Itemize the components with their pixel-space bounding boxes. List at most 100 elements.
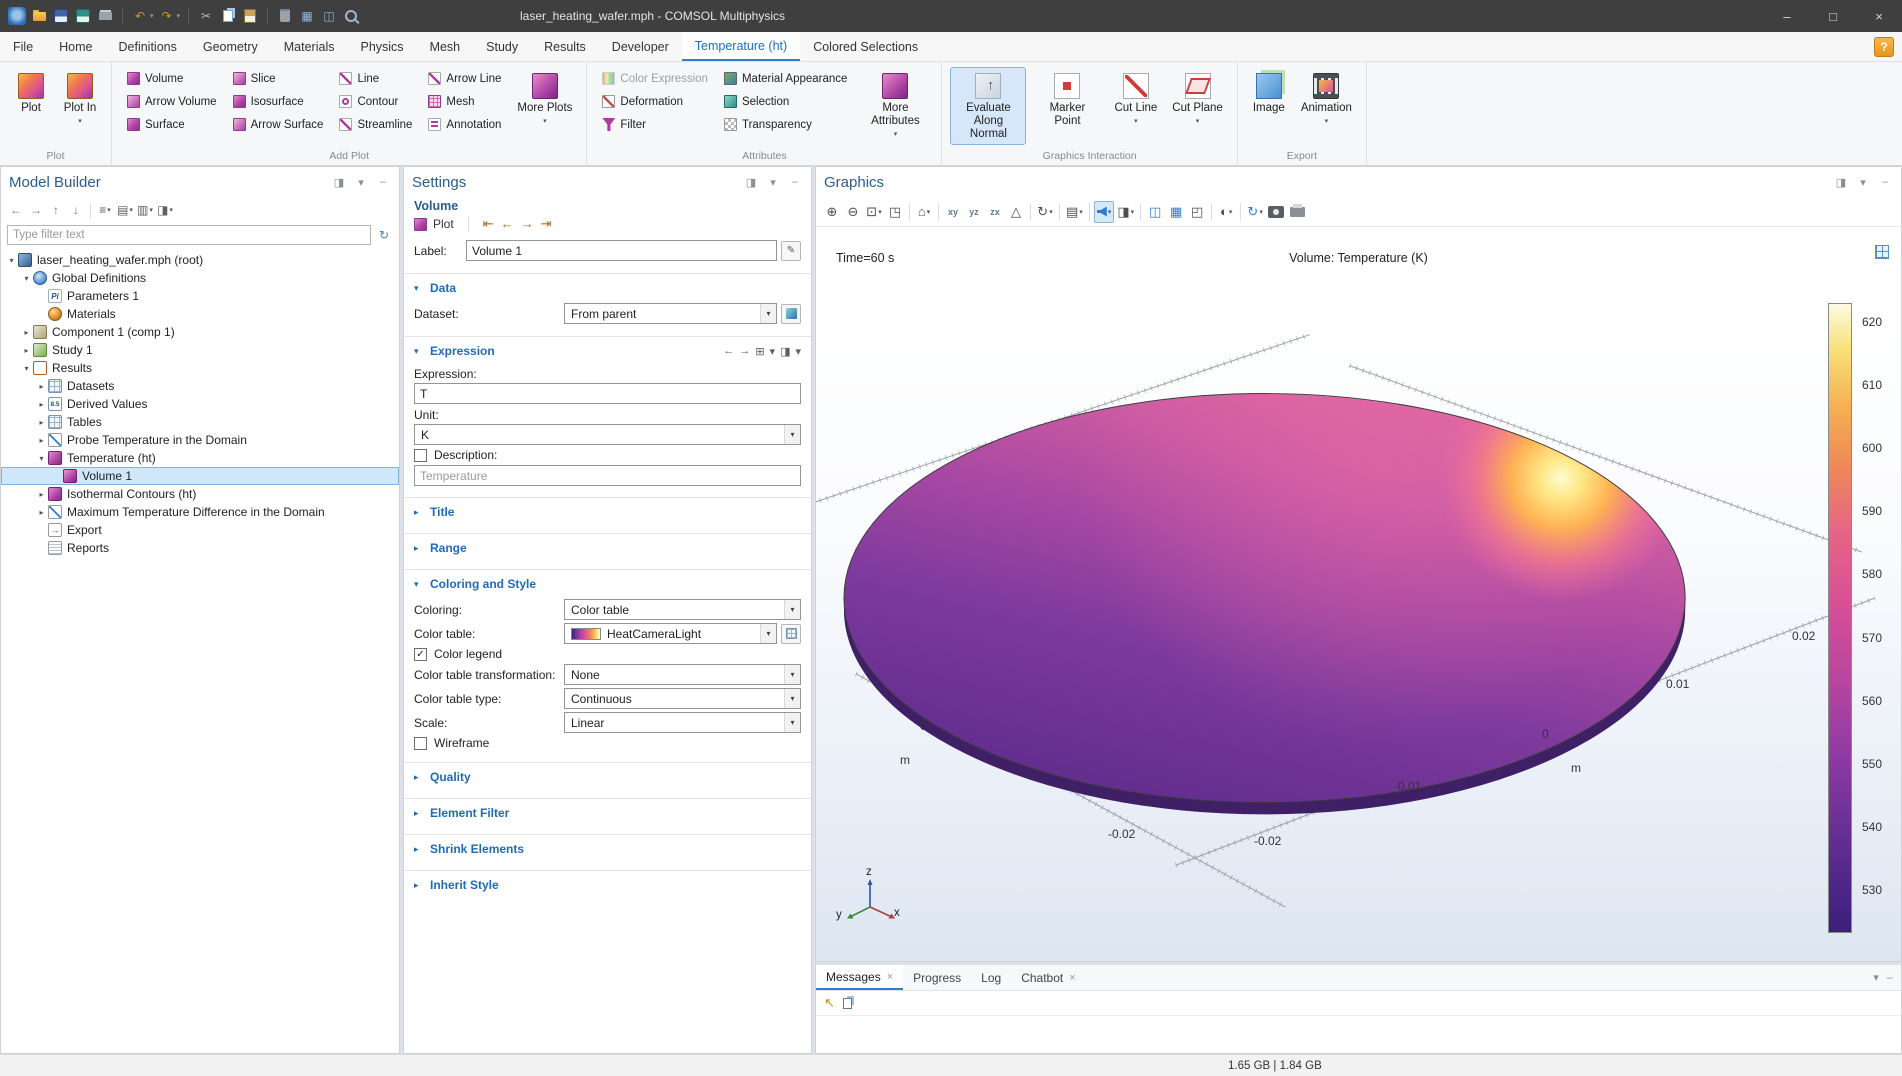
plot-area[interactable]: Time=60 s Volume: Temperature (K) 620 61…	[816, 227, 1901, 961]
plot-in-button[interactable]: Plot In ▾	[57, 67, 103, 128]
tree-item-root[interactable]: ▾laser_heating_wafer.mph (root)	[1, 251, 399, 269]
deformation-button[interactable]: Deformation	[595, 90, 715, 113]
dataset-select[interactable]: From parent▾	[564, 303, 777, 324]
tree-item-volume-1[interactable]: Volume 1	[1, 467, 399, 485]
description-input[interactable]	[414, 465, 801, 486]
chevron-right-icon[interactable]: ▸	[35, 508, 48, 517]
label-input[interactable]	[466, 240, 777, 261]
add-mesh-button[interactable]: Mesh	[421, 90, 508, 113]
tab-mesh[interactable]: Mesh	[417, 32, 474, 61]
settings-plot-button[interactable]: Plot	[433, 217, 454, 231]
split-view-icon[interactable]: ◫	[1145, 201, 1165, 223]
previous-expression-icon[interactable]: ←	[723, 345, 734, 357]
section-coloring-header[interactable]: ▾ Coloring and Style	[414, 572, 801, 596]
view-xy-icon[interactable]: xy	[943, 201, 963, 223]
undo-caret-icon[interactable]: ▾	[150, 12, 154, 20]
tree-item-study-1[interactable]: ▸Study 1	[1, 341, 399, 359]
copy-icon[interactable]	[219, 7, 237, 25]
collapse-panel-icon[interactable]: –	[375, 174, 391, 190]
tree-rows-menu-icon[interactable]: ▤▾	[116, 200, 134, 220]
plot-settings-icon[interactable]: ▤▾	[1064, 201, 1085, 223]
plot-first-icon[interactable]: ⇤	[483, 216, 494, 232]
panel-menu-icon[interactable]: ▾	[1873, 971, 1879, 984]
tree-filter-input[interactable]	[7, 225, 371, 245]
color-table-type-select[interactable]: Continuous▾	[564, 688, 801, 709]
plot-last-icon[interactable]: ⇥	[541, 216, 552, 232]
scale-select[interactable]: Linear▾	[564, 712, 801, 733]
rename-label-icon[interactable]: ✎	[781, 241, 801, 261]
zoom-box-icon[interactable]: ◳	[885, 201, 905, 223]
add-isosurface-button[interactable]: Isosurface	[226, 90, 331, 113]
chevron-right-icon[interactable]: ▸	[35, 418, 48, 427]
transparency-button[interactable]: Transparency	[717, 113, 854, 136]
close-icon[interactable]: ×	[887, 971, 893, 983]
print-icon[interactable]	[96, 7, 114, 25]
wafer-3d-plot[interactable]	[816, 227, 1901, 961]
go-back-icon[interactable]: ←	[7, 200, 25, 220]
plot-context-icon[interactable]	[1875, 245, 1889, 259]
open-icon[interactable]	[30, 7, 48, 25]
tab-definitions[interactable]: Definitions	[106, 32, 190, 61]
tree-item-datasets[interactable]: ▸Datasets	[1, 377, 399, 395]
add-arrow-line-button[interactable]: Arrow Line	[421, 67, 508, 90]
unit-select[interactable]: K▾	[414, 424, 801, 445]
next-expression-icon[interactable]: →	[739, 345, 750, 357]
add-line-button[interactable]: Line	[332, 67, 419, 90]
tab-developer[interactable]: Developer	[599, 32, 682, 61]
more-plots-button[interactable]: More Plots ▾	[511, 67, 578, 128]
tab-colored-selections[interactable]: Colored Selections	[800, 32, 931, 61]
tab-messages[interactable]: Messages ×	[816, 965, 903, 990]
material-appearance-button[interactable]: Material Appearance	[717, 67, 854, 90]
messages-content[interactable]	[816, 1016, 1901, 1053]
section-title-header[interactable]: ▸ Title	[414, 500, 801, 524]
tree-item-component-1[interactable]: ▸Component 1 (comp 1)	[1, 323, 399, 341]
description-checkbox[interactable]	[414, 449, 427, 462]
tree-item-global-definitions[interactable]: ▾Global Definitions	[1, 269, 399, 287]
scene-menu-icon[interactable]: ◨▾	[1115, 201, 1136, 223]
tree-item-parameters[interactable]: Parameters 1	[1, 287, 399, 305]
chevron-right-icon[interactable]: ▸	[20, 346, 33, 355]
table-window-icon[interactable]: ▦	[298, 7, 316, 25]
tree-view-menu-icon[interactable]: ◨▾	[156, 200, 174, 220]
save-icon[interactable]	[52, 7, 70, 25]
tab-materials[interactable]: Materials	[271, 32, 348, 61]
tree-item-isothermal-contours[interactable]: ▸Isothermal Contours (ht)	[1, 485, 399, 503]
chevron-right-icon[interactable]: ▸	[35, 382, 48, 391]
export-animation-button[interactable]: Animation ▾	[1295, 67, 1358, 128]
tree-columns-menu-icon[interactable]: ▥▾	[136, 200, 154, 220]
move-down-icon[interactable]: ↓	[67, 200, 85, 220]
tab-temperature-ht[interactable]: Temperature (ht)	[682, 32, 800, 61]
delete-icon[interactable]	[276, 7, 294, 25]
tree-item-reports[interactable]: Reports	[1, 539, 399, 557]
section-inherit-style-header[interactable]: ▸ Inherit Style	[414, 873, 801, 897]
add-volume-button[interactable]: Volume	[120, 67, 224, 90]
cut-line-button[interactable]: Cut Line ▾	[1108, 67, 1163, 128]
tree-item-temperature-ht[interactable]: ▾Temperature (ht)	[1, 449, 399, 467]
paste-icon[interactable]	[241, 7, 259, 25]
zoom-extents-icon[interactable]: ⊡▾	[864, 201, 884, 223]
tree-item-materials[interactable]: Materials	[1, 305, 399, 323]
add-arrow-surface-button[interactable]: Arrow Surface	[226, 113, 331, 136]
more-attributes-button[interactable]: More Attributes ▾	[857, 67, 933, 141]
close-icon[interactable]: ×	[1069, 972, 1075, 984]
select-message-icon[interactable]: ↖	[824, 995, 835, 1011]
tab-geometry[interactable]: Geometry	[190, 32, 271, 61]
panel-menu-icon[interactable]: ▾	[1855, 174, 1871, 190]
selection-button[interactable]: Selection	[717, 90, 854, 113]
perspective-icon[interactable]: △	[1006, 201, 1026, 223]
tree-item-tables[interactable]: ▸Tables	[1, 413, 399, 431]
wireframe-checkbox[interactable]	[414, 737, 427, 750]
tree-text-menu-icon[interactable]: ≡▾	[96, 200, 114, 220]
sound-icon[interactable]: ▾	[1094, 201, 1115, 223]
tree-item-max-temperature-difference[interactable]: ▸Maximum Temperature Difference in the D…	[1, 503, 399, 521]
collapse-panel-icon[interactable]: –	[1877, 174, 1893, 190]
tree-item-derived-values[interactable]: ▸Derived Values	[1, 395, 399, 413]
help-button[interactable]: ?	[1874, 37, 1894, 57]
scene-light-icon[interactable]: ◐▾	[1216, 201, 1236, 223]
tab-home[interactable]: Home	[46, 32, 105, 61]
view-zx-icon[interactable]: zx	[985, 201, 1005, 223]
dock-panel-icon[interactable]: ◨	[743, 174, 759, 190]
plot-next-icon[interactable]: →	[521, 216, 534, 232]
move-up-icon[interactable]: ↑	[47, 200, 65, 220]
browse-color-tables-icon[interactable]	[781, 624, 801, 644]
